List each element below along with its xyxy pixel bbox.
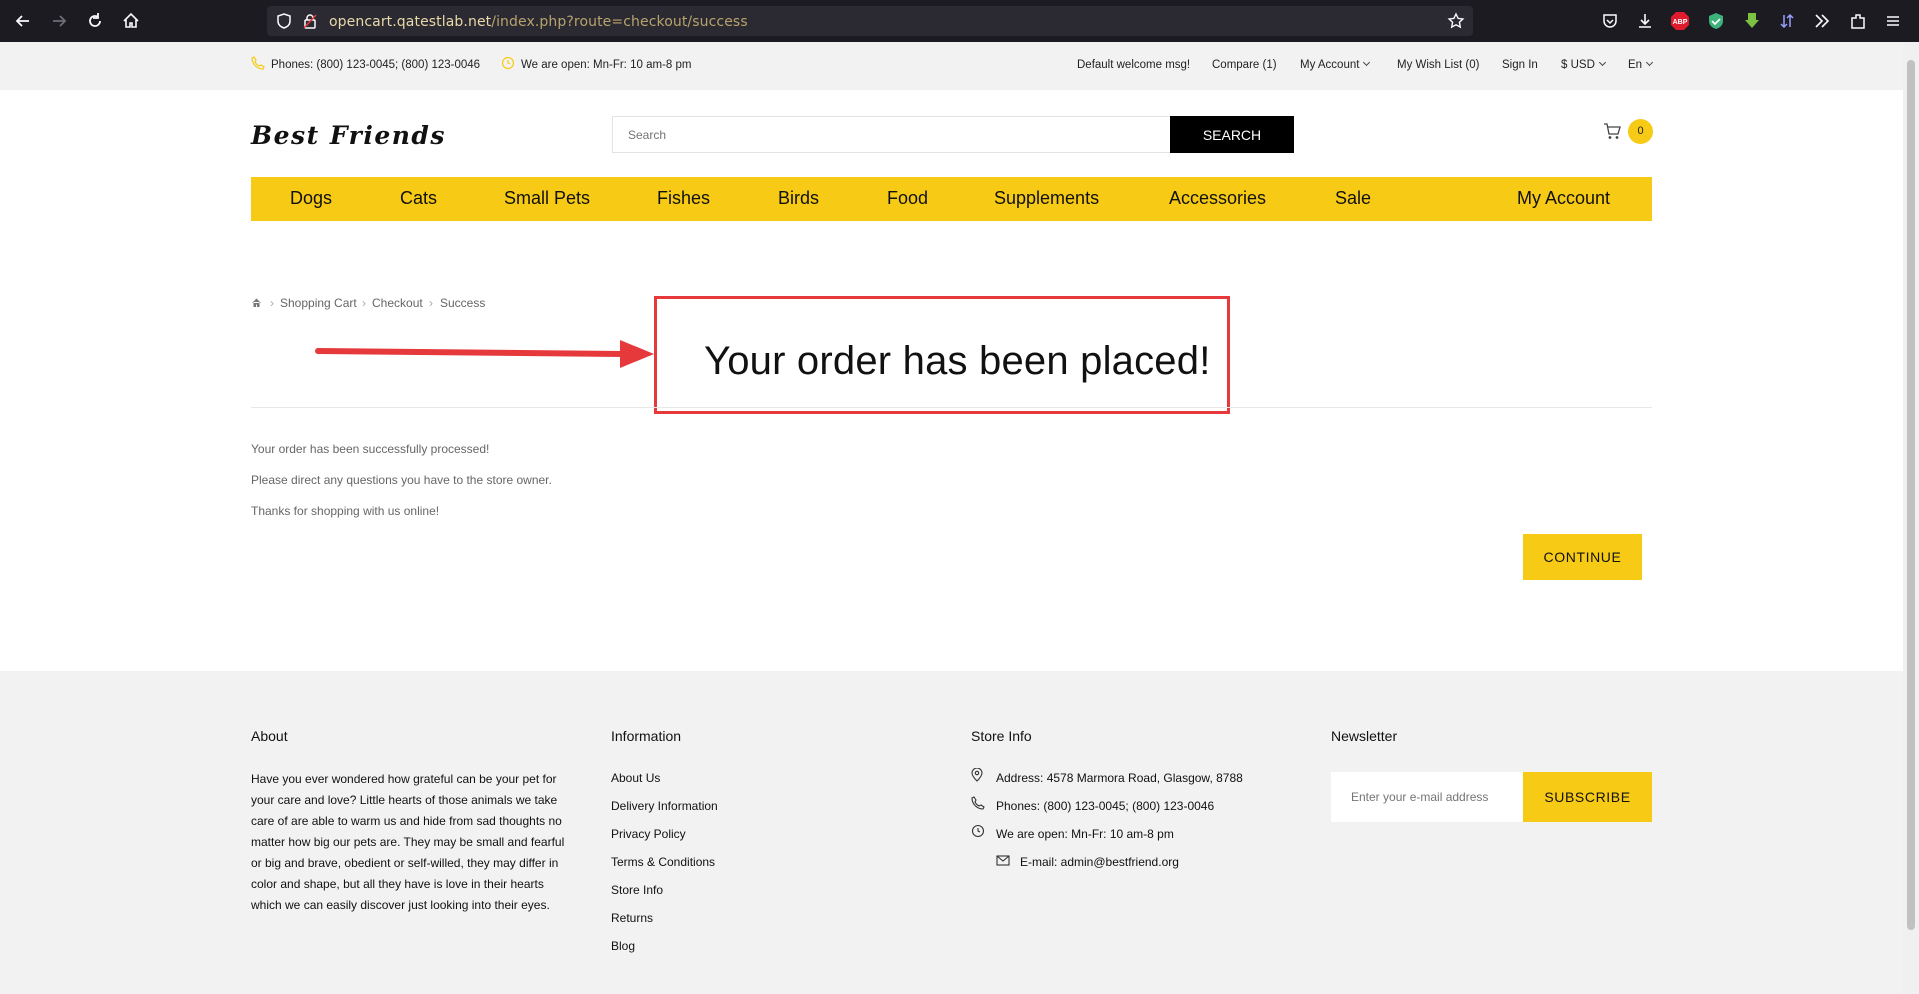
breadcrumb-separator-icon: › xyxy=(270,296,274,310)
menu-item-small-pets[interactable]: Small Pets xyxy=(504,188,590,209)
currency-label: $ USD xyxy=(1561,59,1595,71)
breadcrumb-checkout[interactable]: Checkout xyxy=(372,296,423,310)
footer-link-privacy[interactable]: Privacy Policy xyxy=(611,827,686,841)
extensions-icon[interactable] xyxy=(1847,10,1869,32)
pocket-icon[interactable] xyxy=(1599,10,1621,32)
menu-item-dogs[interactable]: Dogs xyxy=(290,188,332,209)
search-button[interactable]: SEARCH xyxy=(1170,116,1294,153)
footer-address: Address: 4578 Marmora Road, Glasgow, 878… xyxy=(996,771,1243,785)
footer-phones: Phones: (800) 123-0045; (800) 123-0046 xyxy=(996,799,1215,813)
footer-link-about-us[interactable]: About Us xyxy=(611,771,660,785)
bookmark-star-icon[interactable] xyxy=(1447,12,1465,35)
lock-icon[interactable] xyxy=(301,12,319,35)
main-menu: Dogs Cats Small Pets Fishes Birds Food S… xyxy=(251,177,1652,221)
sort-icon[interactable] xyxy=(1776,10,1798,32)
continue-button[interactable]: CONTINUE xyxy=(1523,534,1642,580)
footer-link-delivery[interactable]: Delivery Information xyxy=(611,799,718,813)
divider xyxy=(251,407,1652,408)
menu-item-food[interactable]: Food xyxy=(887,188,928,209)
cart-button[interactable]: 0 xyxy=(1603,119,1653,145)
topbar-hours: We are open: Mn-Fr: 10 am-8 pm xyxy=(521,59,692,71)
menu-item-cats[interactable]: Cats xyxy=(400,188,437,209)
phone-icon xyxy=(251,56,265,75)
mail-icon xyxy=(996,853,1010,871)
footer-email[interactable]: E-mail: admin@bestfriend.org xyxy=(1020,855,1179,869)
browser-toolbar: opencart.qatestlab.net/index.php?route=c… xyxy=(0,0,1919,42)
shield-icon[interactable] xyxy=(275,12,293,35)
currency-dropdown[interactable]: $ USD xyxy=(1561,58,1606,71)
scrollbar-thumb[interactable] xyxy=(1907,60,1915,930)
footer-information-title: Information xyxy=(611,728,682,744)
language-dropdown[interactable]: En xyxy=(1628,58,1654,71)
menu-item-my-account[interactable]: My Account xyxy=(1517,188,1610,209)
home-icon[interactable] xyxy=(251,297,262,311)
breadcrumb-separator-icon: › xyxy=(362,296,366,310)
phone-icon xyxy=(971,796,985,815)
chevron-down-icon xyxy=(1363,58,1371,67)
forward-icon[interactable] xyxy=(46,8,72,34)
adblock-icon[interactable]: ABP xyxy=(1669,10,1691,32)
footer-link-blog[interactable]: Blog xyxy=(611,939,635,953)
download-icon[interactable] xyxy=(1634,10,1656,32)
wishlist-link[interactable]: My Wish List (0) xyxy=(1397,59,1479,71)
footer-hours: We are open: Mn-Fr: 10 am-8 pm xyxy=(996,827,1174,841)
footer-newsletter-title: Newsletter xyxy=(1331,728,1398,744)
menu-item-sale[interactable]: Sale xyxy=(1335,188,1371,209)
top-info-bar: Phones: (800) 123-0045; (800) 123-0046 W… xyxy=(0,42,1903,90)
page-scrollbar[interactable] xyxy=(1903,42,1919,994)
reload-icon[interactable] xyxy=(82,8,108,34)
svg-text:ABP: ABP xyxy=(1673,19,1688,26)
url-path: /index.php?route=checkout/success xyxy=(491,14,748,30)
cart-icon xyxy=(1603,123,1621,145)
menu-item-birds[interactable]: Birds xyxy=(778,188,819,209)
menu-item-supplements[interactable]: Supplements xyxy=(994,188,1099,209)
contact-message: Please direct any questions you have to … xyxy=(251,473,552,487)
url-text: opencart.qatestlab.net/index.php?route=c… xyxy=(329,14,748,30)
sign-in-link[interactable]: Sign In xyxy=(1502,59,1538,71)
hamburger-menu-icon[interactable] xyxy=(1882,10,1904,32)
chevron-down-icon xyxy=(1598,58,1606,67)
shield-check-icon[interactable] xyxy=(1705,10,1727,32)
my-account-dropdown[interactable]: My Account xyxy=(1300,58,1371,71)
success-message: Your order has been successfully process… xyxy=(251,442,490,456)
compare-link[interactable]: Compare (1) xyxy=(1212,59,1277,71)
annotation-arrow-icon xyxy=(315,340,654,368)
address-bar[interactable]: opencart.qatestlab.net/index.php?route=c… xyxy=(267,6,1473,36)
welcome-message: Default welcome msg! xyxy=(1077,59,1191,71)
back-icon[interactable] xyxy=(10,8,36,34)
map-pin-icon xyxy=(971,767,983,787)
my-account-label: My Account xyxy=(1300,59,1360,71)
subscribe-button[interactable]: SUBSCRIBE xyxy=(1523,772,1652,822)
search-input[interactable] xyxy=(612,116,1171,153)
clock-icon xyxy=(971,824,985,843)
footer-about-title: About xyxy=(251,728,288,744)
cart-count-badge: 0 xyxy=(1628,119,1653,144)
footer: About Have you ever wondered how gratefu… xyxy=(0,671,1903,994)
footer-about-text: Have you ever wondered how grateful can … xyxy=(251,772,565,912)
green-download-icon[interactable] xyxy=(1741,10,1763,32)
breadcrumb-success[interactable]: Success xyxy=(440,296,485,310)
footer-link-terms[interactable]: Terms & Conditions xyxy=(611,855,715,869)
footer-link-returns[interactable]: Returns xyxy=(611,911,653,925)
menu-item-accessories[interactable]: Accessories xyxy=(1169,188,1266,209)
chevron-down-icon xyxy=(1646,58,1654,67)
footer-store-info-title: Store Info xyxy=(971,728,1032,744)
store-logo[interactable]: Best Friends xyxy=(251,121,446,150)
overflow-chevrons-icon[interactable] xyxy=(1811,10,1833,32)
thanks-message: Thanks for shopping with us online! xyxy=(251,504,440,518)
topbar-phones: Phones: (800) 123-0045; (800) 123-0046 xyxy=(271,59,481,71)
home-icon[interactable] xyxy=(118,8,144,34)
annotation-highlight-box xyxy=(654,296,1230,414)
footer-link-store-info[interactable]: Store Info xyxy=(611,883,663,897)
language-label: En xyxy=(1628,59,1643,71)
url-host: opencart.qatestlab.net xyxy=(329,14,492,30)
menu-item-fishes[interactable]: Fishes xyxy=(657,188,710,209)
breadcrumb-separator-icon: › xyxy=(429,296,433,310)
clock-icon xyxy=(501,56,515,75)
newsletter-email-input[interactable] xyxy=(1331,772,1523,822)
breadcrumb-shopping-cart[interactable]: Shopping Cart xyxy=(280,296,357,310)
